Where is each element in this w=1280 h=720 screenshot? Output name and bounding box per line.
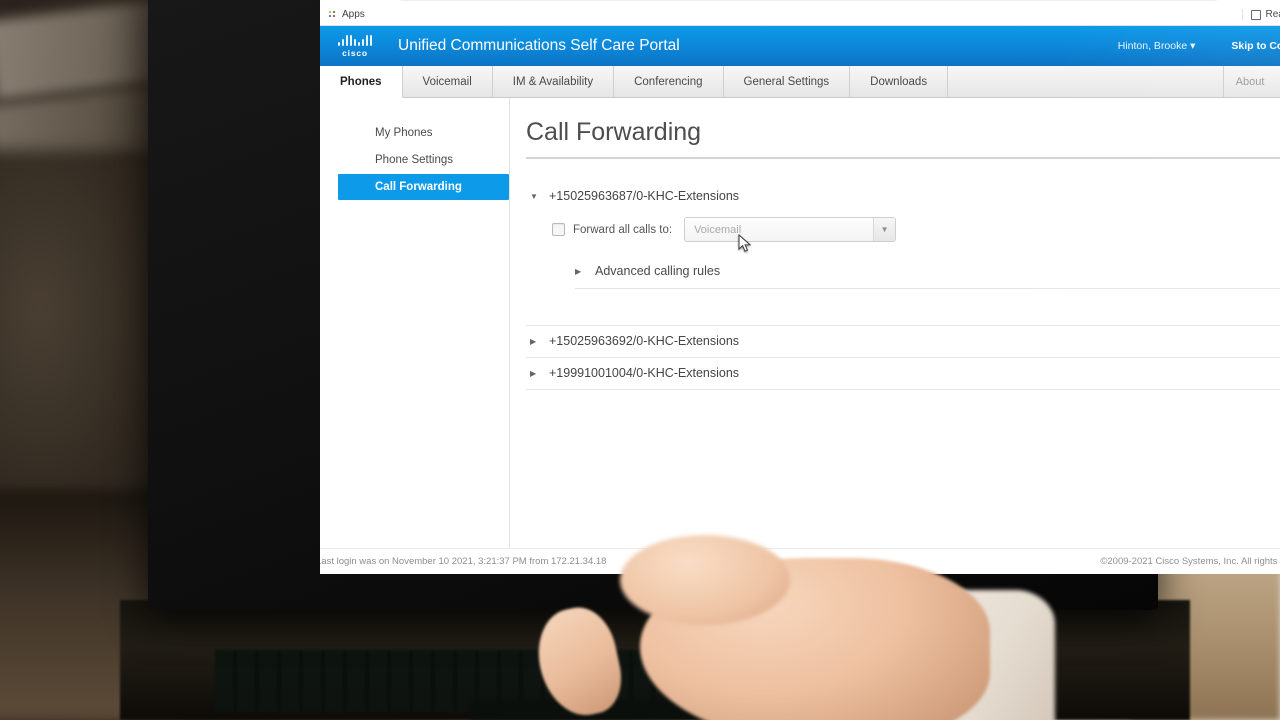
- laptop-screen: ← → ⟳ 🔒 lvucmp00.prod.ishealth.net:8443/…: [320, 0, 1280, 574]
- bookmark-apps-button[interactable]: Apps: [328, 9, 365, 20]
- back-icon[interactable]: ←: [326, 0, 341, 1]
- caret-right-icon: ▶: [530, 336, 537, 346]
- phone-row-collapsed-2[interactable]: ▶ +19991001004/0-KHC-Extensions: [526, 358, 1280, 389]
- sidebar-item-call-forwarding[interactable]: Call Forwarding: [338, 174, 509, 200]
- phone-row-label: +15025963687/0-KHC-Extensions: [549, 189, 740, 203]
- sidebar-item-phone-settings[interactable]: Phone Settings: [320, 147, 509, 173]
- forward-destination-select[interactable]: Voicemail ▼: [684, 217, 897, 242]
- forward-icon[interactable]: →: [349, 0, 364, 1]
- chevron-down-icon: ▾: [1190, 40, 1196, 52]
- tabbar-spacer: [948, 66, 1224, 97]
- copyright-text: ©2009-2021 Cisco Systems, Inc. All right…: [1100, 556, 1280, 567]
- main-tabbar: Phones Voicemail IM & Availability Confe…: [320, 66, 1280, 98]
- header-right-group: Hinton, Brooke ▾ Skip to Content: [1118, 40, 1280, 52]
- reading-list-label: Reading lis: [1265, 9, 1280, 20]
- tab-voicemail[interactable]: Voicemail: [402, 66, 493, 97]
- phone-row-label: +15025963692/0-KHC-Extensions: [549, 334, 740, 348]
- chevron-down-icon: ▼: [873, 218, 896, 241]
- laptop-trackpad[interactable]: [470, 700, 730, 720]
- app-body: My Phones Phone Settings Call Forwarding…: [320, 98, 1280, 548]
- forward-destination-value: Voicemail: [694, 223, 742, 236]
- cisco-wordmark: cisco: [342, 47, 368, 58]
- extensions-puzzle-icon[interactable]: 🧩: [1254, 0, 1270, 1]
- sidebar: My Phones Phone Settings Call Forwarding: [320, 98, 510, 548]
- app-footer: Last login was on November 10 2021, 3:21…: [320, 548, 1280, 574]
- advanced-calling-rules-label: Advanced calling rules: [595, 264, 721, 278]
- forward-all-calls-checkbox[interactable]: [552, 223, 565, 236]
- phone-list-divider-bottom: [526, 389, 1280, 390]
- address-bar[interactable]: 🔒 lvucmp00.prod.ishealth.net:8443/ucmuse…: [395, 0, 1222, 1]
- tab-downloads[interactable]: Downloads: [850, 66, 949, 97]
- phone-row-label: +19991001004/0-KHC-Extensions: [549, 366, 740, 380]
- photo-scene: ← → ⟳ 🔒 lvucmp00.prod.ishealth.net:8443/…: [0, 0, 1280, 720]
- title-divider: [526, 157, 1280, 159]
- cisco-logo-icon: cisco: [334, 34, 376, 58]
- caret-down-icon: ▼: [530, 191, 538, 201]
- user-menu-button[interactable]: Hinton, Brooke ▾: [1118, 40, 1196, 52]
- cisco-self-care-portal: cisco Unified Communications Self Care P…: [320, 26, 1280, 574]
- user-menu-label: Hinton, Brooke: [1117, 40, 1188, 52]
- mouse-cursor: [738, 234, 752, 252]
- laptop-bezel: ← → ⟳ 🔒 lvucmp00.prod.ishealth.net:8443/…: [148, 0, 1280, 610]
- reading-list-button[interactable]: Reading lis: [1241, 9, 1280, 20]
- caret-right-icon: ▶: [575, 266, 582, 276]
- about-link[interactable]: About: [1223, 66, 1277, 97]
- reload-icon[interactable]: ⟳: [372, 0, 387, 1]
- bookmarks-bar: Apps Reading lis: [320, 4, 1280, 26]
- help-link[interactable]: Help: [1276, 66, 1280, 97]
- caret-right-icon: ▶: [530, 368, 537, 378]
- tab-phones[interactable]: Phones: [320, 66, 403, 98]
- bookmark-star-icon[interactable]: ☆: [1230, 0, 1246, 1]
- phone-row-expanded[interactable]: ▼ +15025963687/0-KHC-Extensions: [526, 181, 1280, 212]
- browser-chrome: ← → ⟳ 🔒 lvucmp00.prod.ishealth.net:8443/…: [320, 0, 1280, 26]
- main-content: Call Forwarding ▼ +15025963687/0-KHC-Ext…: [510, 98, 1280, 548]
- bookmark-apps-label: Apps: [342, 9, 365, 20]
- app-header: cisco Unified Communications Self Care P…: [320, 26, 1280, 66]
- tab-general-settings[interactable]: General Settings: [723, 66, 851, 97]
- forward-all-calls-row: Forward all calls to: Voicemail ▼: [552, 217, 1280, 242]
- tab-conferencing[interactable]: Conferencing: [614, 66, 724, 97]
- skip-to-content-link[interactable]: Skip to Content: [1231, 40, 1280, 52]
- advanced-calling-rules-toggle[interactable]: ▶ Advanced calling rules: [552, 242, 1280, 288]
- last-login-text: Last login was on November 10 2021, 3:21…: [320, 556, 607, 567]
- phone-row-collapsed-1[interactable]: ▶ +15025963692/0-KHC-Extensions: [526, 326, 1280, 357]
- reading-list-icon: [1250, 9, 1261, 20]
- content-page-title: Call Forwarding: [526, 118, 702, 146]
- tab-im-availability[interactable]: IM & Availability: [492, 66, 615, 97]
- apps-grid-icon: [328, 10, 337, 19]
- sidebar-item-my-phones[interactable]: My Phones: [320, 120, 509, 146]
- forward-all-calls-label: Forward all calls to:: [573, 223, 673, 236]
- call-forward-panel: Forward all calls to: Voicemail ▼ ▶ Adva…: [526, 212, 1280, 289]
- page-title: Unified Communications Self Care Portal: [398, 37, 680, 54]
